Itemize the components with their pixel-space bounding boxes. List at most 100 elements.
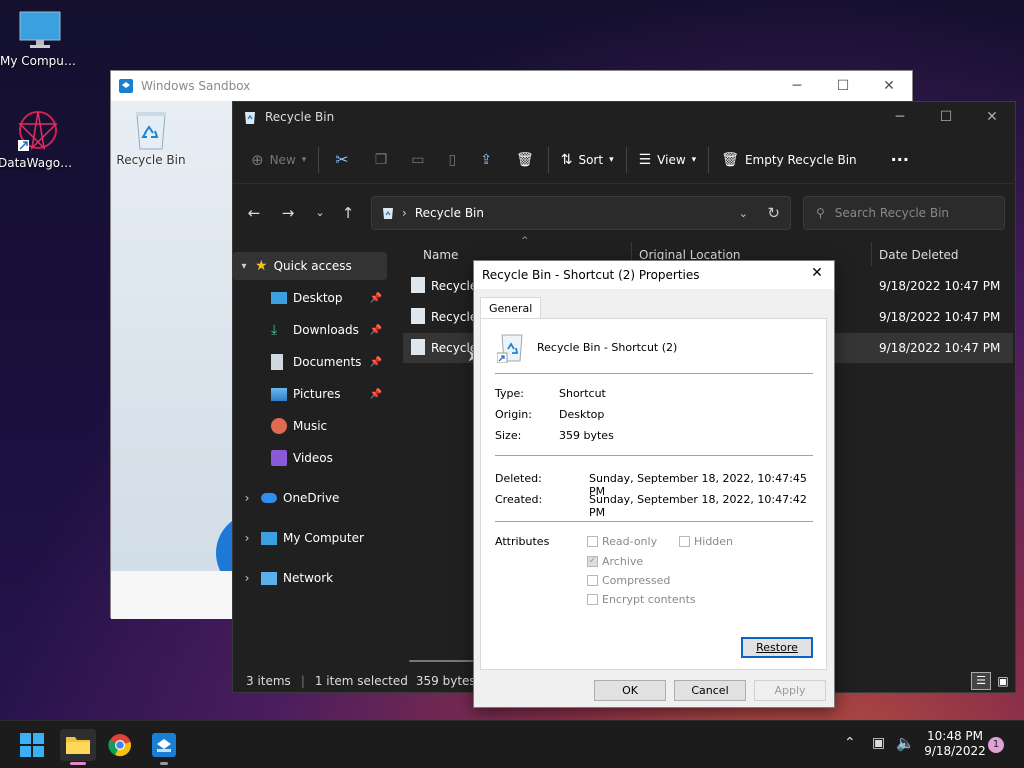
maximize-icon[interactable]: ☐ (820, 71, 866, 101)
compressed-label: Compressed (602, 574, 671, 587)
sidebar-item-network[interactable]: › Network (233, 564, 388, 592)
pin-icon[interactable]: 📌 (370, 357, 382, 368)
view-button-label: View (657, 152, 686, 167)
taskbar-windows-sandbox[interactable] (148, 729, 180, 765)
readonly-checkbox[interactable]: Read-only (587, 535, 657, 548)
back-arrow-icon[interactable]: ← (243, 202, 265, 224)
forward-arrow-icon[interactable]: → (277, 202, 299, 224)
maximize-icon[interactable]: ☐ (923, 102, 969, 132)
pin-icon[interactable]: 📌 (370, 389, 382, 400)
column-divider (871, 242, 872, 266)
sidebar-item-desktop[interactable]: Desktop 📌 (233, 284, 388, 312)
taskbar-chrome[interactable] (104, 729, 136, 761)
copy-button[interactable]: ❐ (363, 143, 400, 177)
sidebar-item-quick-access[interactable]: ▾ ★ Quick access (233, 252, 387, 280)
close-icon[interactable]: ✕ (806, 265, 828, 285)
sidebar-item-pictures[interactable]: Pictures 📌 (233, 380, 388, 408)
sandbox-window-controls: ─ ☐ ✕ (774, 71, 912, 101)
sidebar-item-documents[interactable]: Documents 📌 (233, 348, 388, 376)
command-bar: ⊕ New ▾ ✂ ❐ ▭ ▯ ⇪ 🗑 ⇅ Sort ▾ ☰ View ▾ 🗑 … (233, 136, 1017, 184)
search-placeholder: Search Recycle Bin (834, 206, 950, 220)
desktop-icon-my-computer[interactable]: My Computer (0, 10, 80, 68)
properties-dialog[interactable]: Recycle Bin - Shortcut (2) Properties ✕ … (473, 260, 835, 708)
sandbox-desktop-icon-recycle-bin[interactable]: Recycle Bin (115, 109, 187, 167)
delete-button[interactable]: 🗑 (504, 143, 546, 177)
sort-button[interactable]: ⇅ Sort ▾ (551, 143, 624, 177)
type-label: Type: (495, 387, 524, 400)
clock[interactable]: 10:48 PM 9/18/2022 (918, 729, 992, 759)
empty-recycle-bin-button[interactable]: 🗑 Empty Recycle Bin (711, 143, 866, 177)
search-box[interactable]: ⚲ Search Recycle Bin (803, 196, 1005, 230)
close-icon[interactable]: ✕ (969, 102, 1015, 132)
cancel-button[interactable]: Cancel (674, 680, 746, 701)
scissors-icon: ✂ (335, 150, 349, 169)
rename-button[interactable]: ▯ (437, 143, 469, 177)
minimize-icon[interactable]: ─ (774, 71, 820, 101)
windows-logo-icon (20, 733, 44, 757)
divider (495, 373, 813, 374)
see-more-button[interactable]: ··· (881, 143, 919, 177)
origin-value: Desktop (559, 408, 605, 421)
paste-button[interactable]: ▭ (399, 143, 436, 177)
restore-button[interactable]: Restore (741, 637, 813, 658)
network-icon[interactable]: ▣ (872, 735, 885, 751)
notification-badge[interactable]: 1 (988, 737, 1004, 753)
archive-checkbox[interactable]: ✓ Archive (587, 555, 643, 568)
compressed-checkbox[interactable]: Compressed (587, 574, 670, 587)
up-arrow-icon[interactable]: ↑ (337, 202, 359, 224)
sidebar-item-my-computer[interactable]: › My Computer (233, 524, 388, 552)
new-button[interactable]: ⊕ New ▾ (241, 143, 316, 177)
shortcut-file-icon (411, 339, 425, 355)
minimize-icon[interactable]: ─ (877, 102, 923, 132)
apply-button[interactable]: Apply (754, 680, 826, 701)
taskbar-file-explorer[interactable] (60, 729, 96, 765)
pin-icon[interactable]: 📌 (370, 325, 382, 336)
sidebar-item-music[interactable]: Music (233, 412, 388, 440)
sidebar-item-onedrive[interactable]: › OneDrive (233, 484, 388, 512)
desktop-icon-label: My Computer (0, 54, 80, 68)
hidden-checkbox[interactable]: Hidden (679, 535, 733, 548)
column-header-name[interactable]: Name (423, 248, 458, 262)
taskbar: ⌃ ▣ 🔈 10:48 PM 9/18/2022 1 (0, 720, 1024, 768)
details-view-icon[interactable]: ☰ (971, 672, 991, 690)
address-dropdown-icon[interactable]: ⌄ (739, 207, 748, 220)
checkbox-box (587, 536, 598, 547)
large-icons-view-icon[interactable]: ▣ (993, 672, 1013, 690)
document-icon (271, 354, 283, 370)
ok-button[interactable]: OK (594, 680, 666, 701)
pin-icon[interactable]: 📌 (370, 293, 382, 304)
cut-button[interactable]: ✂ (321, 143, 362, 177)
close-icon[interactable]: ✕ (866, 71, 912, 101)
share-icon: ⇪ (480, 151, 492, 168)
clock-date: 9/18/2022 (924, 744, 986, 758)
recent-locations-chevron-icon[interactable]: ⌄ (309, 202, 331, 224)
breadcrumb[interactable]: Recycle Bin (415, 206, 484, 220)
music-icon (271, 418, 287, 434)
trash-icon: 🗑 (515, 151, 534, 168)
start-button[interactable] (16, 729, 48, 761)
sidebar-item-downloads[interactable]: ⤓ Downloads 📌 (233, 316, 388, 344)
sidebar-item-label: Videos (293, 451, 333, 465)
share-button[interactable]: ⇪ (468, 143, 504, 177)
file-name: Recycle (431, 279, 478, 293)
sort-ascending-icon: ^ (521, 236, 529, 246)
recycle-bin-small-icon (383, 208, 393, 219)
sidebar-item-videos[interactable]: Videos (233, 444, 388, 472)
more-icon: ··· (890, 150, 909, 169)
view-button[interactable]: ☰ View ▾ (629, 143, 707, 177)
file-name: Recycle (431, 310, 478, 324)
explorer-window-controls: ─ ☐ ✕ (877, 102, 1015, 132)
sidebar-item-label: My Computer (283, 531, 364, 545)
desktop-icon-datawagon[interactable]: DataWagon... (0, 108, 78, 170)
show-hidden-icons-chevron-icon[interactable]: ⌃ (844, 735, 856, 751)
volume-icon[interactable]: 🔈 (896, 734, 915, 752)
sidebar-item-label: Pictures (293, 387, 341, 401)
sandbox-app-icon (119, 79, 133, 93)
dialog-titlebar[interactable]: Recycle Bin - Shortcut (2) Properties (474, 261, 834, 289)
size-label: Size: (495, 429, 522, 442)
address-bar[interactable]: › Recycle Bin ⌄ ↻ (371, 196, 791, 230)
tab-general[interactable]: General (480, 297, 542, 319)
refresh-icon[interactable]: ↻ (767, 204, 780, 222)
encrypt-checkbox[interactable]: Encrypt contents (587, 593, 696, 606)
column-header-date-deleted[interactable]: Date Deleted (879, 248, 959, 262)
